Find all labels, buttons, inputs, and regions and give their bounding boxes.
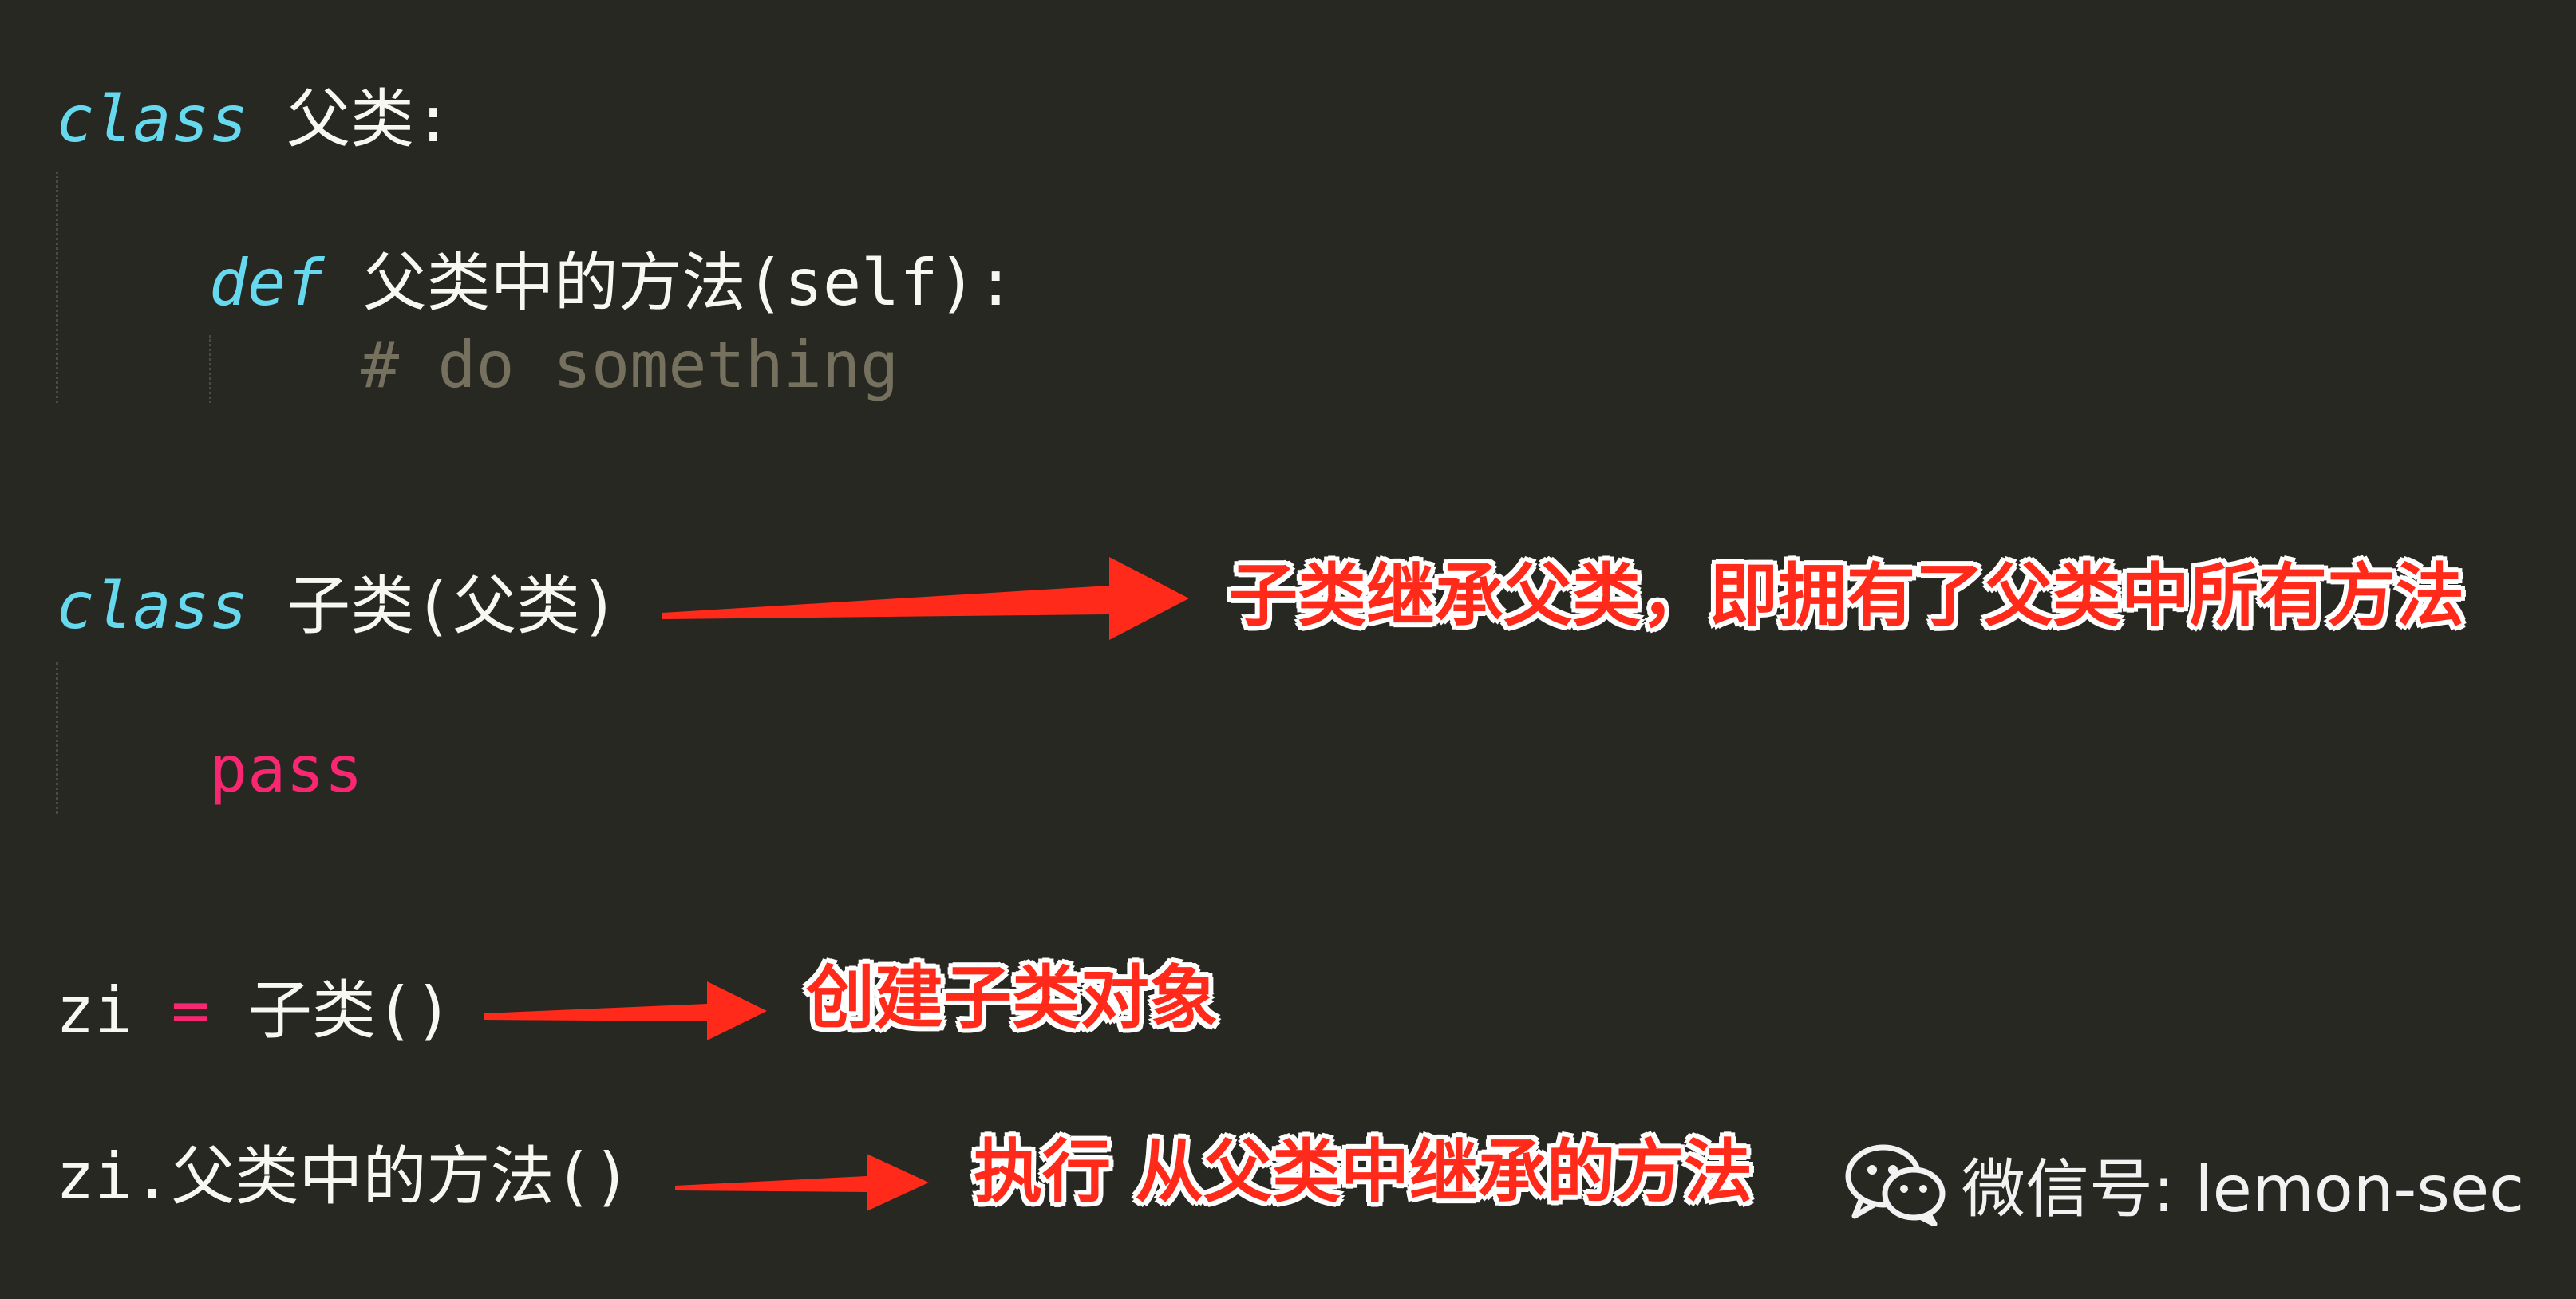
code-line-def-method: def 父类中的方法(self):: [209, 239, 1015, 327]
code-line-comment: # do something: [361, 322, 899, 409]
variable-zi: zi: [56, 973, 133, 1048]
colon: :: [414, 82, 453, 156]
code-line-instantiate: zi = 子类(): [56, 967, 452, 1055]
arrow-right-icon: [484, 981, 767, 1040]
wechat-icon: [1845, 1144, 1946, 1226]
class-child-declaration: 子类(父类): [286, 569, 619, 643]
indent-guide: [209, 335, 211, 403]
class-name-parent: 父类: [286, 82, 414, 156]
code-line-pass: pass: [209, 726, 363, 814]
indent-guide: [56, 662, 58, 814]
method-call: zi.父类中的方法(): [56, 1139, 631, 1214]
watermark-text: 微信号: lemon-sec: [1962, 1152, 2525, 1226]
wechat-watermark: 微信号: lemon-sec: [1843, 1136, 2524, 1232]
method-signature: 父类中的方法(self):: [362, 246, 1015, 320]
assign-operator: =: [171, 973, 210, 1048]
comment-text: # do something: [361, 328, 899, 402]
keyword-class: class: [56, 569, 248, 643]
keyword-def: def: [209, 246, 325, 320]
code-line-method-call: zi.父类中的方法(): [56, 1133, 631, 1221]
code-line-class-child: class 子类(父类): [56, 563, 618, 650]
code-line-class-parent: class 父类:: [56, 76, 452, 164]
keyword-class: class: [56, 82, 248, 156]
annotation-inherit: 子类继承父类，即拥有了父类中所有方法: [1229, 556, 2464, 636]
annotation-execute: 执行 从父类中继承的方法: [974, 1132, 1752, 1212]
keyword-pass: pass: [209, 732, 363, 807]
annotation-create: 创建子类对象: [806, 958, 1218, 1038]
arrow-right-icon: [662, 557, 1189, 640]
code-editor: class 父类: def 父类中的方法(self): # do somethi…: [0, 0, 2576, 1299]
indent-guide: [56, 172, 58, 403]
constructor-call: 子类(): [247, 973, 453, 1048]
arrow-right-icon: [675, 1154, 929, 1211]
